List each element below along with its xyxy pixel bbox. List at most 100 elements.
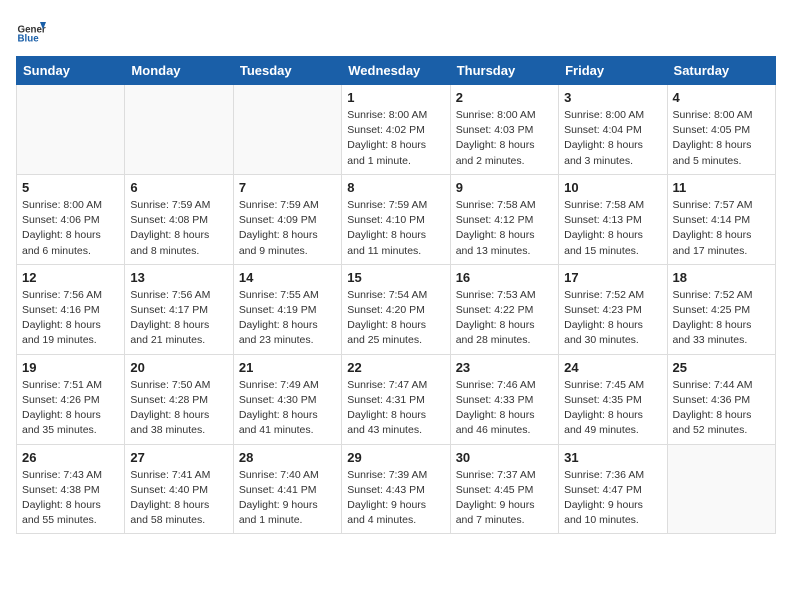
calendar-cell: 3Sunrise: 8:00 AM Sunset: 4:04 PM Daylig… (559, 85, 667, 175)
calendar-header-saturday: Saturday (667, 57, 775, 85)
calendar-table: SundayMondayTuesdayWednesdayThursdayFrid… (16, 56, 776, 534)
day-info: Sunrise: 7:41 AM Sunset: 4:40 PM Dayligh… (130, 468, 227, 529)
calendar-header-sunday: Sunday (17, 57, 125, 85)
calendar-week-4: 19 Sunrise: 7:51 AM Sunset: 4:26 PM Dayli… (17, 354, 776, 444)
day-info: Sunrise: 7:52 AM Sunset: 4:25 PM Dayligh… (673, 288, 770, 349)
calendar-cell: 1 Sunrise: 8:00 AM Sunset: 4:02 PM Daylig… (342, 85, 450, 175)
calendar-header-wednesday: Wednesday (342, 57, 450, 85)
day-info: Sunrise: 7:50 AM Sunset: 4:28 PM Dayligh… (130, 378, 227, 439)
calendar-header-friday: Friday (559, 57, 667, 85)
day-number: 10 (564, 180, 661, 195)
calendar-cell: 19 Sunrise: 7:51 AM Sunset: 4:26 PM Dayli… (17, 354, 125, 444)
calendar-cell: 9 Sunrise: 7:58 AM Sunset: 4:12 PM Daylig… (450, 174, 558, 264)
day-info: Sunrise: 7:59 AM Sunset: 4:08 PM Dayligh… (130, 198, 227, 259)
calendar-cell: 16 Sunrise: 7:53 AM Sunset: 4:22 PM Dayli… (450, 264, 558, 354)
day-info: Sunrise: 7:55 AM Sunset: 4:19 PM Dayligh… (239, 288, 336, 349)
calendar-cell: 22Sunrise: 7:47 AM Sunset: 4:31 PM Dayli… (342, 354, 450, 444)
day-info: Sunrise: 7:57 AM Sunset: 4:14 PM Dayligh… (673, 198, 770, 259)
calendar-week-2: 5 Sunrise: 8:00 AM Sunset: 4:06 PM Daylig… (17, 174, 776, 264)
page-header: General Blue (16, 16, 776, 46)
day-number: 21 (239, 360, 336, 375)
day-number: 3 (564, 90, 661, 105)
day-number: 8 (347, 180, 444, 195)
day-info: Sunrise: 7:45 AM Sunset: 4:35 PM Dayligh… (564, 378, 661, 439)
day-info: Sunrise: 7:46 AM Sunset: 4:33 PM Dayligh… (456, 378, 553, 439)
day-info: Sunrise: 8:00 AM Sunset: 4:06 PM Dayligh… (22, 198, 119, 259)
calendar-cell: 23 Sunrise: 7:46 AM Sunset: 4:33 PM Dayli… (450, 354, 558, 444)
calendar-cell (17, 85, 125, 175)
day-info: Sunrise: 7:36 AM Sunset: 4:47 PM Dayligh… (564, 468, 661, 529)
calendar-cell: 6 Sunrise: 7:59 AM Sunset: 4:08 PM Daylig… (125, 174, 233, 264)
day-number: 18 (673, 270, 770, 285)
day-number: 7 (239, 180, 336, 195)
calendar-cell (233, 85, 341, 175)
day-number: 14 (239, 270, 336, 285)
calendar-week-1: 1 Sunrise: 8:00 AM Sunset: 4:02 PM Daylig… (17, 85, 776, 175)
day-number: 31 (564, 450, 661, 465)
day-info: Sunrise: 7:40 AM Sunset: 4:41 PM Dayligh… (239, 468, 336, 529)
calendar-cell: 30Sunrise: 7:37 AM Sunset: 4:45 PM Dayli… (450, 444, 558, 534)
calendar-cell: 15 Sunrise: 7:54 AM Sunset: 4:20 PM Dayli… (342, 264, 450, 354)
day-info: Sunrise: 7:47 AM Sunset: 4:31 PM Dayligh… (347, 378, 444, 439)
day-info: Sunrise: 8:00 AM Sunset: 4:02 PM Dayligh… (347, 108, 444, 169)
calendar-header-row: SundayMondayTuesdayWednesdayThursdayFrid… (17, 57, 776, 85)
calendar-cell: 18 Sunrise: 7:52 AM Sunset: 4:25 PM Dayli… (667, 264, 775, 354)
calendar-week-3: 12 Sunrise: 7:56 AM Sunset: 4:16 PM Dayli… (17, 264, 776, 354)
day-number: 11 (673, 180, 770, 195)
day-number: 13 (130, 270, 227, 285)
calendar-cell: 4Sunrise: 8:00 AM Sunset: 4:05 PM Daylig… (667, 85, 775, 175)
day-number: 15 (347, 270, 444, 285)
day-info: Sunrise: 7:49 AM Sunset: 4:30 PM Dayligh… (239, 378, 336, 439)
day-info: Sunrise: 7:51 AM Sunset: 4:26 PM Dayligh… (22, 378, 119, 439)
day-number: 27 (130, 450, 227, 465)
day-number: 26 (22, 450, 119, 465)
logo: General Blue (16, 16, 46, 46)
day-info: Sunrise: 7:58 AM Sunset: 4:12 PM Dayligh… (456, 198, 553, 259)
day-info: Sunrise: 7:39 AM Sunset: 4:43 PM Dayligh… (347, 468, 444, 529)
calendar-cell: 5 Sunrise: 8:00 AM Sunset: 4:06 PM Daylig… (17, 174, 125, 264)
day-info: Sunrise: 7:58 AM Sunset: 4:13 PM Dayligh… (564, 198, 661, 259)
day-number: 6 (130, 180, 227, 195)
calendar-cell: 25Sunrise: 7:44 AM Sunset: 4:36 PM Dayli… (667, 354, 775, 444)
calendar-cell: 10 Sunrise: 7:58 AM Sunset: 4:13 PM Dayli… (559, 174, 667, 264)
day-info: Sunrise: 7:54 AM Sunset: 4:20 PM Dayligh… (347, 288, 444, 349)
calendar-week-5: 26Sunrise: 7:43 AM Sunset: 4:38 PM Dayli… (17, 444, 776, 534)
calendar-cell: 31 Sunrise: 7:36 AM Sunset: 4:47 PM Dayli… (559, 444, 667, 534)
calendar-cell: 8 Sunrise: 7:59 AM Sunset: 4:10 PM Daylig… (342, 174, 450, 264)
logo-icon: General Blue (16, 16, 46, 46)
day-number: 24 (564, 360, 661, 375)
calendar-cell: 20Sunrise: 7:50 AM Sunset: 4:28 PM Dayli… (125, 354, 233, 444)
svg-text:Blue: Blue (18, 34, 40, 45)
day-info: Sunrise: 7:59 AM Sunset: 4:10 PM Dayligh… (347, 198, 444, 259)
day-number: 16 (456, 270, 553, 285)
day-number: 12 (22, 270, 119, 285)
day-info: Sunrise: 7:44 AM Sunset: 4:36 PM Dayligh… (673, 378, 770, 439)
day-info: Sunrise: 8:00 AM Sunset: 4:03 PM Dayligh… (456, 108, 553, 169)
calendar-header-monday: Monday (125, 57, 233, 85)
calendar-cell: 2 Sunrise: 8:00 AM Sunset: 4:03 PM Daylig… (450, 85, 558, 175)
calendar-cell: 26Sunrise: 7:43 AM Sunset: 4:38 PM Dayli… (17, 444, 125, 534)
calendar-header-thursday: Thursday (450, 57, 558, 85)
day-info: Sunrise: 7:53 AM Sunset: 4:22 PM Dayligh… (456, 288, 553, 349)
day-number: 23 (456, 360, 553, 375)
day-info: Sunrise: 7:56 AM Sunset: 4:17 PM Dayligh… (130, 288, 227, 349)
day-number: 1 (347, 90, 444, 105)
day-number: 30 (456, 450, 553, 465)
day-number: 19 (22, 360, 119, 375)
day-info: Sunrise: 7:59 AM Sunset: 4:09 PM Dayligh… (239, 198, 336, 259)
day-number: 5 (22, 180, 119, 195)
calendar-header-tuesday: Tuesday (233, 57, 341, 85)
day-number: 9 (456, 180, 553, 195)
day-number: 17 (564, 270, 661, 285)
calendar-cell: 27 Sunrise: 7:41 AM Sunset: 4:40 PM Dayli… (125, 444, 233, 534)
day-number: 29 (347, 450, 444, 465)
day-number: 2 (456, 90, 553, 105)
day-number: 4 (673, 90, 770, 105)
calendar-cell: 7 Sunrise: 7:59 AM Sunset: 4:09 PM Daylig… (233, 174, 341, 264)
calendar-cell: 11 Sunrise: 7:57 AM Sunset: 4:14 PM Dayli… (667, 174, 775, 264)
day-info: Sunrise: 7:56 AM Sunset: 4:16 PM Dayligh… (22, 288, 119, 349)
calendar-cell (125, 85, 233, 175)
day-number: 28 (239, 450, 336, 465)
calendar-cell: 24 Sunrise: 7:45 AM Sunset: 4:35 PM Dayli… (559, 354, 667, 444)
calendar-cell: 13 Sunrise: 7:56 AM Sunset: 4:17 PM Dayli… (125, 264, 233, 354)
